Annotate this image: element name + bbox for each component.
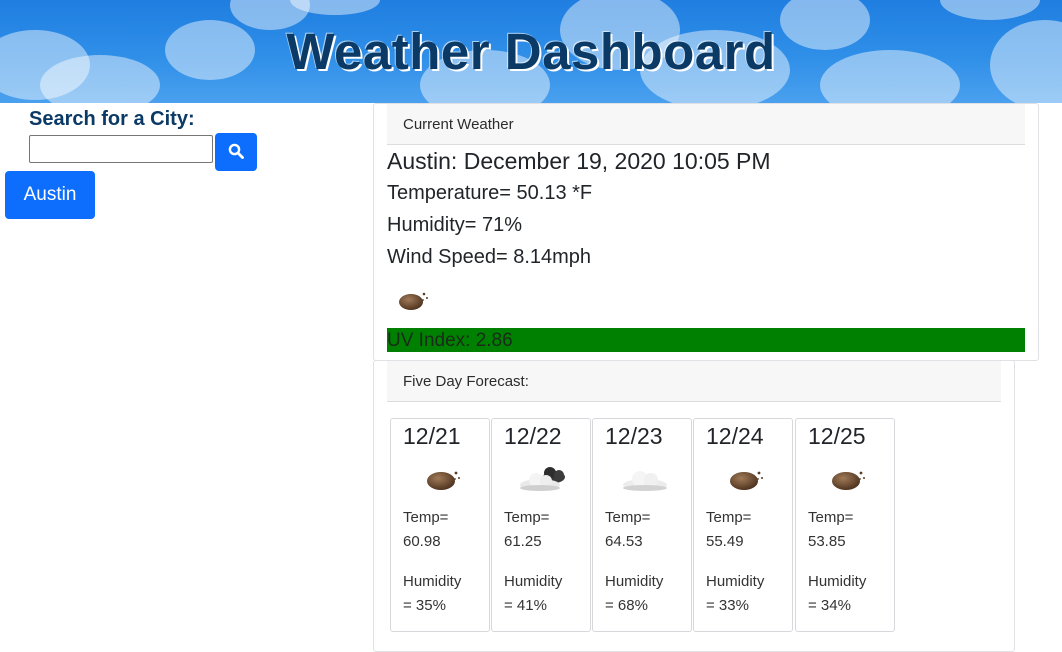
forecast-humidity-value: = 41%	[504, 597, 547, 614]
cloud-decoration	[940, 0, 1040, 20]
page-title: Weather Dashboard	[286, 23, 776, 80]
current-city-date: Austin: December 19, 2020 10:05 PM	[387, 148, 771, 174]
forecast-day-card: 12/21 Temp= 60.98 Humidity = 35%	[390, 418, 490, 632]
history-city-button[interactable]: Austin	[5, 171, 95, 219]
current-weather-header: Current Weather	[387, 104, 1025, 145]
forecast-temp-value: 53.85	[808, 533, 846, 550]
current-humidity: Humidity= 71%	[387, 214, 523, 236]
forecast-date: 12/22	[504, 423, 562, 449]
forecast-day-card: 12/25 Temp= 53.85 Humidity = 34%	[795, 418, 895, 632]
forecast-humidity-value: = 35%	[403, 597, 446, 614]
night-clear-icon	[413, 463, 473, 495]
forecast-humidity-label: Humidity	[504, 573, 563, 590]
forecast-humidity-label: Humidity	[706, 573, 765, 590]
uv-index-bar: UV Index: 2.86	[387, 328, 1025, 352]
current-weather-card: Current Weather Austin: December 19, 202…	[373, 103, 1039, 361]
forecast-humidity-value: = 33%	[706, 597, 749, 614]
night-clear-icon	[396, 286, 432, 319]
dark-cloud-icon	[514, 463, 574, 495]
forecast-date: 12/23	[605, 423, 663, 449]
forecast-humidity-label: Humidity	[605, 573, 664, 590]
forecast-temp-value: 61.25	[504, 533, 542, 550]
current-temperature: Temperature= 50.13 *F	[387, 182, 593, 204]
forecast-temp-label: Temp=	[706, 509, 752, 526]
forecast-day-card: 12/24 Temp= 55.49 Humidity = 33%	[693, 418, 793, 632]
search-button[interactable]	[215, 133, 257, 171]
search-label: Search for a City:	[29, 108, 195, 130]
city-search-input[interactable]	[29, 135, 213, 163]
forecast-date: 12/24	[706, 423, 764, 449]
current-wind-speed: Wind Speed= 8.14mph	[387, 246, 592, 268]
forecast-temp-label: Temp=	[403, 509, 449, 526]
forecast-humidity-value: = 34%	[808, 597, 851, 614]
forecast-day-card: 12/23 Temp= 64.53 Humidity = 68%	[592, 418, 692, 632]
forecast-temp-label: Temp=	[808, 509, 854, 526]
forecast-temp-label: Temp=	[605, 509, 651, 526]
forecast-humidity-value: = 68%	[605, 597, 648, 614]
forecast-date: 12/21	[403, 423, 461, 449]
night-clear-icon	[818, 463, 878, 495]
forecast-temp-label: Temp=	[504, 509, 550, 526]
page-header: Weather Dashboard	[0, 0, 1062, 103]
forecast-date: 12/25	[808, 423, 866, 449]
forecast-header: Five Day Forecast:	[387, 361, 1001, 402]
forecast-day-card: 12/22 Temp= 61.25 Humidity = 41%	[491, 418, 591, 632]
forecast-temp-value: 60.98	[403, 533, 441, 550]
search-icon	[228, 143, 244, 162]
forecast-humidity-label: Humidity	[808, 573, 867, 590]
night-clear-icon	[716, 463, 776, 495]
forecast-humidity-label: Humidity	[403, 573, 462, 590]
forecast-temp-value: 64.53	[605, 533, 643, 550]
forecast-temp-value: 55.49	[706, 533, 744, 550]
forecast-card: Five Day Forecast: 12/21 Temp= 60.98 Hum…	[373, 360, 1015, 652]
cloud-icon	[615, 463, 675, 495]
